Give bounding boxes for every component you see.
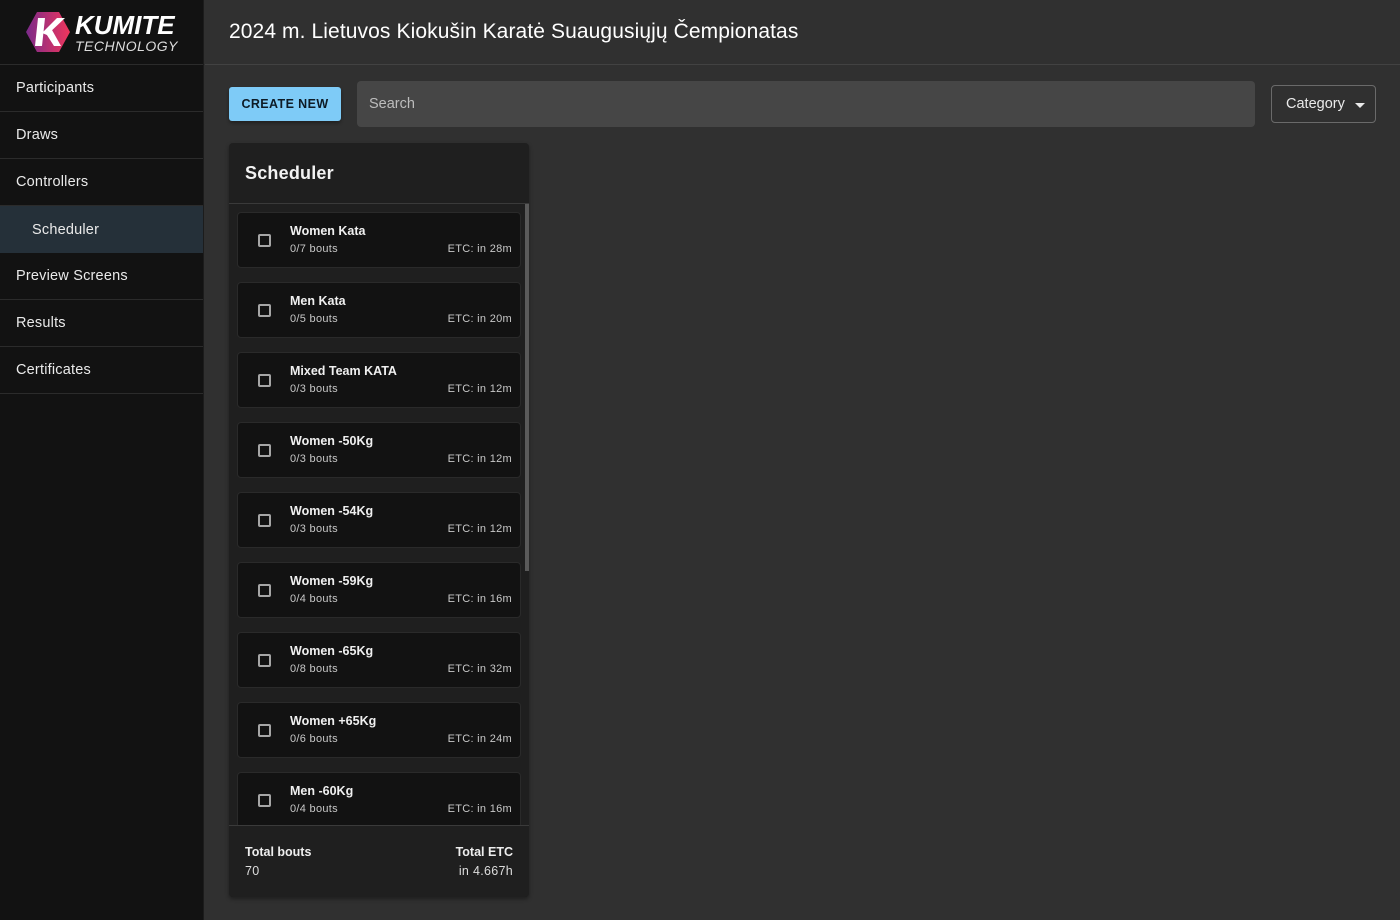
bouts-count: 0/6 bouts — [290, 733, 338, 745]
sidebar-item-preview-screens[interactable]: Preview Screens — [0, 253, 203, 300]
total-etc-label: Total ETC — [455, 845, 513, 859]
etc-time: ETC: in 12m — [447, 523, 512, 535]
page-title: 2024 m. Lietuvos Kiokušin Karatė Suaugus… — [229, 20, 799, 43]
scheduler-footer: Total bouts 70 Total ETC in 4.667h — [229, 825, 529, 897]
checkbox[interactable] — [258, 444, 271, 457]
etc-time: ETC: in 28m — [447, 243, 512, 255]
sidebar-item-results[interactable]: Results — [0, 300, 203, 347]
brand-wordmark: KUMITE TECHNOLOGY — [75, 12, 178, 53]
sidebar-item-controllers[interactable]: Controllers — [0, 159, 203, 206]
sidebar-nav: Participants Draws Controllers Scheduler… — [0, 65, 203, 394]
list-item[interactable]: Men Kata 0/5 bouts ETC: in 20m — [237, 282, 521, 338]
scrollbar-thumb[interactable] — [525, 204, 529, 571]
list-item[interactable]: Women -54Kg 0/3 bouts ETC: in 12m — [237, 492, 521, 548]
brand-logo[interactable]: KUMITE TECHNOLOGY — [0, 0, 203, 65]
etc-time: ETC: in 12m — [447, 383, 512, 395]
category-name: Women -50Kg — [290, 434, 374, 448]
etc-time: ETC: in 16m — [447, 593, 512, 605]
list-item[interactable]: Mixed Team KATA 0/3 bouts ETC: in 12m — [237, 352, 521, 408]
bouts-count: 0/5 bouts — [290, 313, 338, 325]
checkbox[interactable] — [258, 514, 271, 527]
bouts-count: 0/4 bouts — [290, 593, 338, 605]
brand-name: KUMITE — [74, 9, 175, 40]
sidebar-item-draws[interactable]: Draws — [0, 112, 203, 159]
create-new-button[interactable]: CREATE NEW — [229, 87, 341, 121]
total-bouts-label: Total bouts — [245, 845, 312, 859]
checkbox[interactable] — [258, 374, 271, 387]
list-item[interactable]: Women -65Kg 0/8 bouts ETC: in 32m — [237, 632, 521, 688]
sidebar-item-participants[interactable]: Participants — [0, 65, 203, 112]
brand-subname: TECHNOLOGY — [74, 37, 178, 54]
category-name: Women -65Kg — [290, 644, 374, 658]
sidebar: KUMITE TECHNOLOGY Participants Draws Con… — [0, 0, 204, 920]
category-dropdown[interactable]: Category — [1271, 85, 1376, 123]
search-input[interactable] — [357, 81, 1255, 127]
category-name: Women -59Kg — [290, 574, 374, 588]
list-item[interactable]: Women Kata 0/7 bouts ETC: in 28m — [237, 212, 521, 268]
page-header: 2024 m. Lietuvos Kiokušin Karatė Suaugus… — [205, 0, 1400, 65]
etc-time: ETC: in 20m — [447, 313, 512, 325]
etc-time: ETC: in 24m — [447, 733, 512, 745]
category-name: Men Kata — [290, 294, 346, 308]
bouts-count: 0/7 bouts — [290, 243, 338, 255]
checkbox[interactable] — [258, 304, 271, 317]
list-item[interactable]: Men -60Kg 0/4 bouts ETC: in 16m — [237, 772, 521, 825]
checkbox[interactable] — [258, 584, 271, 597]
etc-time: ETC: in 12m — [447, 453, 512, 465]
category-name: Women +65Kg — [290, 714, 377, 728]
etc-time: ETC: in 16m — [447, 803, 512, 815]
kumite-logo-icon — [25, 12, 70, 52]
bouts-count: 0/3 bouts — [290, 523, 338, 535]
list-item[interactable]: Women +65Kg 0/6 bouts ETC: in 24m — [237, 702, 521, 758]
bouts-count: 0/3 bouts — [290, 453, 338, 465]
total-bouts-value: 70 — [245, 864, 260, 878]
checkbox[interactable] — [258, 654, 271, 667]
list-item[interactable]: Women -50Kg 0/3 bouts ETC: in 12m — [237, 422, 521, 478]
scheduler-panel: Scheduler Women Kata 0/7 bouts ETC: in 2… — [229, 143, 529, 897]
bouts-count: 0/4 bouts — [290, 803, 338, 815]
bouts-count: 0/3 bouts — [290, 383, 338, 395]
category-name: Women Kata — [290, 224, 366, 238]
category-name: Men -60Kg — [290, 784, 354, 798]
checkbox[interactable] — [258, 794, 271, 807]
sidebar-item-scheduler[interactable]: Scheduler — [0, 206, 203, 253]
bouts-count: 0/8 bouts — [290, 663, 338, 675]
etc-time: ETC: in 32m — [447, 663, 512, 675]
category-name: Women -54Kg — [290, 504, 374, 518]
total-etc-value: in 4.667h — [458, 864, 513, 878]
checkbox[interactable] — [258, 234, 271, 247]
category-name: Mixed Team KATA — [290, 364, 397, 378]
checkbox[interactable] — [258, 724, 271, 737]
list-item[interactable]: Women -59Kg 0/4 bouts ETC: in 16m — [237, 562, 521, 618]
scrollbar[interactable] — [525, 204, 529, 825]
category-label: Category — [1286, 96, 1345, 112]
scheduler-list: Women Kata 0/7 bouts ETC: in 28m Men Kat… — [229, 204, 529, 825]
scheduler-title: Scheduler — [229, 143, 529, 204]
caret-down-icon — [1354, 102, 1365, 108]
sidebar-item-certificates[interactable]: Certificates — [0, 347, 203, 394]
